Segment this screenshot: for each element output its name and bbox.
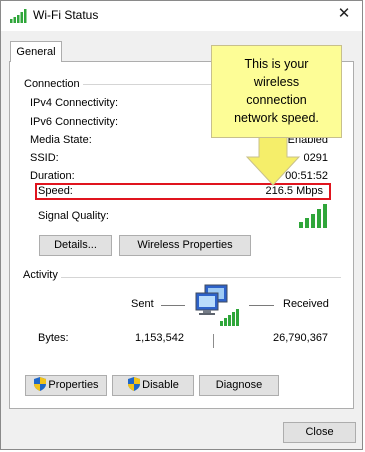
activity-divider — [25, 277, 341, 278]
properties-button[interactable]: Properties — [25, 375, 107, 396]
ssid-label: SSID: — [30, 152, 59, 164]
sent-label: Sent — [131, 298, 154, 310]
sent-line — [161, 305, 185, 306]
signal-bars-icon — [10, 9, 27, 23]
callout-line: This is your — [244, 57, 309, 71]
window-title: Wi-Fi Status — [33, 8, 99, 22]
disable-label: Disable — [142, 379, 179, 391]
shield-icon — [34, 377, 47, 391]
received-label: Received — [283, 298, 329, 310]
callout-arrow — [245, 135, 301, 186]
media-state-label: Media State: — [30, 134, 92, 146]
details-button[interactable]: Details... — [39, 235, 112, 256]
activity-heading: Activity — [23, 269, 61, 281]
activity-separator — [213, 334, 214, 348]
signal-strength-icon — [299, 204, 327, 228]
speed-callout: This is your wireless connection network… — [211, 45, 342, 138]
bytes-sent-value: 1,153,542 — [135, 332, 184, 344]
network-computers-icon — [195, 284, 239, 326]
callout-line: connection — [246, 93, 307, 107]
wifi-status-window: Wi-Fi Status ✕ General Connection IPv4 C… — [0, 0, 363, 450]
bytes-received-value: 26,790,367 — [273, 332, 329, 344]
ssid-value: 0291 — [303, 152, 328, 164]
wireless-properties-button[interactable]: Wireless Properties — [119, 235, 251, 256]
callout-line: network speed. — [234, 111, 319, 125]
diagnose-button[interactable]: Diagnose — [199, 375, 279, 396]
properties-label: Properties — [48, 379, 99, 391]
bytes-label: Bytes: — [38, 332, 69, 344]
tab-general[interactable]: General — [10, 41, 62, 62]
shield-icon — [128, 377, 141, 391]
signal-quality-label: Signal Quality: — [38, 210, 109, 222]
disable-button[interactable]: Disable — [112, 375, 194, 396]
close-icon[interactable]: ✕ — [335, 5, 353, 23]
callout-line: wireless — [253, 75, 300, 89]
connection-heading: Connection — [24, 78, 83, 90]
ipv4-label: IPv4 Connectivity: — [30, 97, 119, 109]
received-line — [249, 305, 274, 306]
duration-label: Duration: — [30, 170, 75, 182]
ipv6-label: IPv6 Connectivity: — [30, 116, 119, 128]
title-bar[interactable]: Wi-Fi Status ✕ — [1, 1, 362, 31]
speed-label: Speed: — [38, 185, 73, 197]
close-button[interactable]: Close — [283, 422, 356, 443]
